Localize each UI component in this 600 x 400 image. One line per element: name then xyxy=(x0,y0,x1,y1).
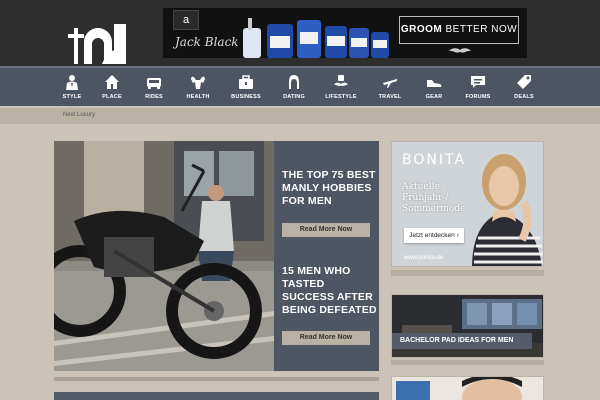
read-more-button[interactable]: Read More Now xyxy=(282,331,370,345)
nav-label: TRAVEL xyxy=(378,94,402,100)
car-icon xyxy=(147,78,161,89)
site-logo[interactable] xyxy=(62,20,128,64)
woman-icon xyxy=(289,75,299,89)
nav-item-style[interactable]: STYLE xyxy=(52,74,92,106)
bonita-url: www.bonita.de xyxy=(404,255,444,261)
nav-item-travel[interactable]: TRAVEL xyxy=(370,74,410,106)
top-ad-banner[interactable]: a Jack Black GROOM BETTER NOW xyxy=(163,8,527,58)
nav-item-place[interactable]: PLACE xyxy=(92,74,132,106)
nav-item-gear[interactable]: GEAR xyxy=(414,74,454,106)
ad-shadow xyxy=(391,270,544,276)
nav-item-dating[interactable]: DATING xyxy=(274,74,314,106)
chat-icon xyxy=(471,76,485,88)
story-title[interactable]: THE TOP 75 BEST MANLY HOBBIES FOR MEN xyxy=(282,169,377,208)
nav-item-lifestyle[interactable]: LIFESTYLE xyxy=(321,74,361,106)
bonita-logo: BONITA xyxy=(402,152,467,168)
bonita-line: Sommermode xyxy=(402,204,466,214)
read-more-button[interactable]: Read More Now xyxy=(282,223,370,237)
featured-slider: THE TOP 75 BEST MANLY HOBBIES FOR MEN Re… xyxy=(54,141,379,371)
mustache-icon xyxy=(449,48,471,53)
card-shadow xyxy=(391,360,544,365)
nav-item-forums[interactable]: FORUMS xyxy=(458,74,498,106)
cta-bold-text: GROOM xyxy=(400,24,443,35)
house-icon xyxy=(105,75,119,89)
breadcrumb[interactable]: Next Luxury xyxy=(63,112,95,118)
briefcase-icon xyxy=(239,75,253,89)
mustache-icon xyxy=(334,75,348,86)
nav-label: DATING xyxy=(283,94,305,100)
nav-label: DEALS xyxy=(514,94,534,100)
product-bottles-image xyxy=(243,18,389,58)
nav-label: BUSINESS xyxy=(231,94,261,100)
bonita-line: Aktuelle xyxy=(402,182,440,192)
nav-item-business[interactable]: BUSINESS xyxy=(226,74,266,106)
nav-label: HEALTH xyxy=(186,94,210,100)
featured-shadow xyxy=(54,377,379,381)
story-title[interactable]: 15 MEN WHO TASTED SUCCESS AFTER BEING DE… xyxy=(282,265,377,317)
section-header-bar xyxy=(54,392,379,400)
plane-icon xyxy=(383,79,397,88)
breadcrumb-strip: Next Luxury xyxy=(0,108,600,124)
nav-label: PLACE xyxy=(102,94,122,100)
tag-icon xyxy=(517,75,531,89)
bonita-headline: Aktuelle Frühjahr-/ Sommermode xyxy=(402,182,465,215)
groom-better-now-button[interactable]: GROOM BETTER NOW xyxy=(399,16,519,44)
featured-motorcycle-photo[interactable] xyxy=(54,141,274,371)
nav-label: FORUMS xyxy=(465,94,491,100)
muscle-icon xyxy=(191,76,205,89)
nav-item-deals[interactable]: DEALS xyxy=(504,74,544,106)
shoe-icon xyxy=(427,80,442,87)
main-nav: STYLE PLACE RIDES HEALTH BUSINESS DATING… xyxy=(0,66,600,106)
grooming-card[interactable] xyxy=(391,376,544,400)
ad-brand-name: Jack Black xyxy=(175,35,239,49)
nav-label: STYLE xyxy=(62,94,82,100)
cta-rest-text: BETTER NOW xyxy=(442,24,518,35)
style-icon xyxy=(66,75,78,90)
amazon-logo-glyph: a xyxy=(182,14,190,26)
nav-label: GEAR xyxy=(425,94,443,100)
featured-stories-panel: THE TOP 75 BEST MANLY HOBBIES FOR MEN Re… xyxy=(274,141,379,371)
nav-item-health[interactable]: HEALTH xyxy=(178,74,218,106)
grooming-photo xyxy=(392,377,543,400)
bonita-line: Frühjahr-/ xyxy=(402,193,449,203)
site-header: a Jack Black GROOM BETTER NOW xyxy=(0,0,600,66)
nav-item-rides[interactable]: RIDES xyxy=(134,74,174,106)
nav-label: LIFESTYLE xyxy=(325,94,357,100)
nav-label: RIDES xyxy=(145,94,163,100)
card-title: BACHELOR PAD IDEAS FOR MEN xyxy=(392,333,532,349)
bonita-ad[interactable]: BONITA Aktuelle Frühjahr-/ Sommermode Je… xyxy=(391,141,544,267)
amazon-logo: a xyxy=(173,10,199,30)
bachelor-pad-card[interactable]: BACHELOR PAD IDEAS FOR MEN xyxy=(391,294,544,358)
jetzt-entdecken-button[interactable]: Jetzt entdecken › xyxy=(404,228,464,243)
